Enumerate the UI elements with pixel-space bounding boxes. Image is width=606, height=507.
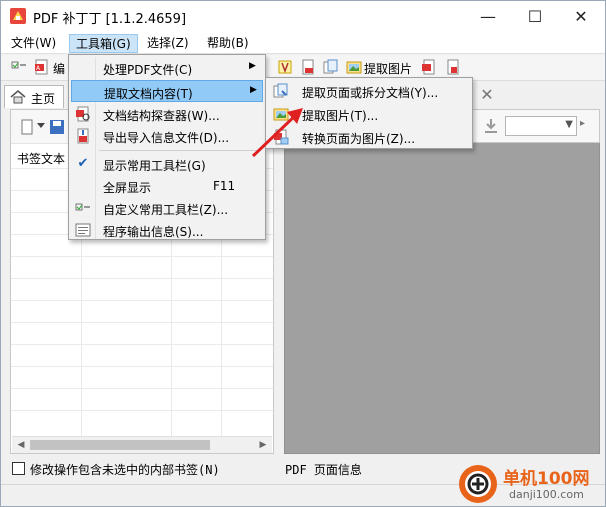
tab-home[interactable]: 主页	[4, 85, 64, 108]
grid-line	[11, 278, 273, 279]
menu-item-label: 处理PDF文件(C)	[103, 63, 193, 77]
new-document-icon[interactable]	[19, 119, 35, 135]
minimize-button[interactable]: —	[465, 1, 511, 32]
download-icon[interactable]	[483, 118, 499, 134]
menu-toolbox[interactable]: 工具箱(G)	[69, 34, 138, 53]
grid-line	[11, 300, 273, 301]
include-unselected-bookmarks-label[interactable]: 修改操作包含未选中的内部书签(N)	[30, 461, 220, 478]
scroll-right-icon[interactable]: ▶	[256, 439, 270, 452]
grid-line	[11, 410, 273, 411]
close-button[interactable]: ✕	[558, 1, 604, 32]
scrollbar-thumb[interactable]	[30, 440, 210, 450]
annotation-arrow-icon	[251, 108, 303, 158]
menu-item-process-pdf[interactable]: 处理PDF文件(C) ▶	[71, 57, 263, 79]
pdf-convert-icon[interactable]	[421, 59, 437, 75]
horizontal-scrollbar[interactable]: ◀ ▶	[12, 436, 272, 453]
menu-item-label: 文档结构探查器(W)...	[103, 109, 220, 123]
structure-explorer-icon	[76, 106, 90, 122]
menu-item-customize-toolbar[interactable]: 自定义常用工具栏(Z)...	[71, 197, 263, 219]
watermark-domain: danji100.com	[509, 488, 584, 501]
submenu-item-label: 转换页面为图片(Z)...	[302, 132, 416, 146]
zoom-select[interactable]: ▼	[505, 116, 577, 136]
window-title: PDF 补丁丁 [1.1.2.4659]	[33, 12, 187, 27]
grid-line	[11, 366, 273, 367]
pdf-export-icon[interactable]	[300, 59, 316, 75]
save-icon[interactable]	[49, 119, 65, 135]
title-bar: PDF 补丁丁 [1.1.2.4659] — ☐ ✕	[1, 1, 605, 32]
chevron-down-icon[interactable]	[37, 123, 45, 129]
bookmark-text-icon[interactable]	[277, 59, 293, 75]
tab-home-label: 主页	[31, 92, 56, 106]
menu-item-program-output[interactable]: 程序输出信息(S)...	[71, 219, 263, 241]
checklist-icon[interactable]	[11, 59, 27, 75]
customize-toolbar-icon	[75, 203, 90, 211]
menu-item-export-import-info[interactable]: 导出导入信息文件(D)...	[71, 125, 263, 147]
pdf-page-info-label: PDF 页面信息	[285, 463, 362, 477]
menu-item-structure-explorer[interactable]: 文档结构探查器(W)...	[71, 103, 263, 125]
include-unselected-bookmarks-checkbox[interactable]	[12, 462, 25, 475]
document-copy-icon[interactable]	[323, 59, 339, 75]
menu-item-label: 提取文档内容(T)	[104, 87, 193, 101]
extract-images-button[interactable]: 提取图片	[364, 60, 412, 77]
submenu-arrow-icon: ▶	[250, 85, 257, 95]
program-output-icon	[75, 223, 91, 237]
shortcut-label: F11	[213, 179, 236, 193]
menu-file[interactable]: 文件(W)	[5, 34, 62, 53]
maximize-button[interactable]: ☐	[512, 1, 558, 32]
menu-help[interactable]: 帮助(B)	[201, 34, 255, 53]
menu-item-label: 全屏显示	[103, 181, 152, 195]
scroll-left-icon[interactable]: ◀	[14, 439, 28, 452]
menu-item-label: 显示常用工具栏(G)	[103, 159, 206, 173]
watermark-brand: 单机100网	[503, 469, 590, 489]
app-window: PDF 补丁丁 [1.1.2.4659] — ☐ ✕ 文件(W) 工具箱(G) …	[0, 0, 606, 507]
toolbar-edit-label[interactable]: 编	[53, 60, 65, 77]
submenu-arrow-icon: ▶	[249, 61, 256, 71]
export-info-icon	[77, 128, 89, 144]
menu-item-show-toolbar[interactable]: ✔ 显示常用工具栏(G)	[71, 153, 263, 175]
submenu-item-label: 提取图片(T)...	[302, 109, 379, 123]
checkmark-icon: ✔	[77, 156, 89, 171]
menu-item-extract-content[interactable]: 提取文档内容(T) ▶	[71, 80, 263, 102]
menu-item-fullscreen[interactable]: 全屏显示 F11	[71, 175, 263, 197]
watermark-logo-icon	[459, 465, 497, 503]
chevron-down-icon: ▼	[565, 119, 573, 130]
submenu-item-label: 提取页面或拆分文档(Y)...	[302, 86, 439, 100]
grid-line	[11, 344, 273, 345]
menu-item-label: 自定义常用工具栏(Z)...	[103, 203, 229, 217]
page-preview-panel	[284, 109, 600, 454]
pdf-edit-icon[interactable]: A	[34, 59, 50, 75]
menu-select[interactable]: 选择(Z)	[141, 34, 195, 53]
extract-images-icon[interactable]	[346, 59, 362, 75]
tab-close-icon[interactable]: ✕	[478, 86, 496, 104]
toolbar-overflow-icon[interactable]: ▸	[580, 118, 585, 129]
menu-item-label: 程序输出信息(S)...	[103, 225, 204, 239]
toolbox-dropdown-menu: 处理PDF文件(C) ▶ 提取文档内容(T) ▶ 文档结构探查器(W)... 导…	[68, 54, 266, 240]
menu-separator	[99, 150, 261, 151]
column-header-bookmark-text[interactable]: 书签文本	[17, 150, 65, 167]
menu-item-label: 导出导入信息文件(D)...	[103, 131, 230, 145]
menu-bar: 文件(W) 工具箱(G) 选择(Z) 帮助(B)	[1, 32, 605, 54]
home-icon	[10, 90, 26, 104]
pdf-patcher-app-icon	[10, 8, 26, 24]
grid-line	[11, 388, 273, 389]
grid-line	[11, 256, 273, 257]
pdf-info-icon[interactable]	[445, 59, 461, 75]
grid-line	[11, 322, 273, 323]
